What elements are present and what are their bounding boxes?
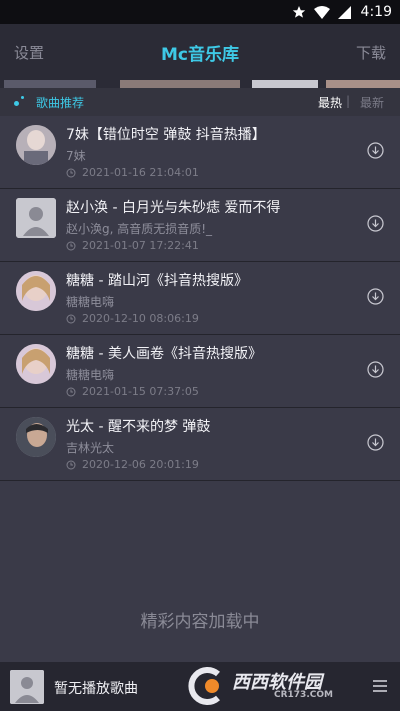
song-artist: 吉林光太	[66, 441, 115, 455]
banner-image[interactable]	[120, 80, 240, 88]
download-button[interactable]: 下载	[356, 42, 386, 63]
banner-carousel[interactable]	[0, 80, 400, 88]
player-bar[interactable]: 暂无播放歌曲 西西软件园 CR173.COM	[0, 662, 400, 711]
song-avatar	[16, 417, 56, 457]
clock-icon	[66, 168, 76, 178]
sort-hot-tab[interactable]: 最热	[318, 94, 342, 111]
status-icons: 4:19	[292, 3, 392, 21]
banner-image[interactable]	[252, 80, 318, 88]
song-artist: 糖糖电嗨	[66, 295, 115, 309]
status-bar: 4:19	[0, 0, 400, 24]
song-avatar	[16, 271, 56, 311]
menu-icon[interactable]	[370, 676, 390, 696]
song-title: 糖糖 - 踏山河《抖音热搜版》	[66, 273, 248, 289]
download-icon[interactable]	[367, 288, 384, 305]
sort-separator: |	[345, 94, 350, 108]
notification-star-icon	[292, 6, 305, 18]
song-title: 光太 - 醒不来的梦 弹鼓	[66, 419, 211, 435]
clock-icon	[66, 241, 76, 251]
song-title: 赵小涣 - 白月光与朱砂痣 爱而不得	[66, 200, 281, 216]
song-artist: 赵小涣g, 高音质无损音质!_	[66, 222, 213, 236]
player-album-art[interactable]	[10, 670, 44, 704]
song-avatar	[16, 125, 56, 165]
section-marker-icon	[21, 96, 24, 99]
song-item[interactable]: 光太 - 醒不来的梦 弹鼓 吉林光太 2020-12-06 20:01:19	[0, 408, 400, 481]
download-icon[interactable]	[367, 215, 384, 232]
watermark-domain: CR173.COM	[274, 690, 333, 700]
watermark-logo: 西西软件园 CR173.COM	[188, 666, 388, 706]
song-timestamp: 2021-01-15 07:37:05	[82, 385, 199, 398]
song-item[interactable]: 糖糖 - 美人画卷《抖音热搜版》 糖糖电嗨 2021-01-15 07:37:0…	[0, 335, 400, 408]
section-header: 歌曲推荐 最热 | 最新	[0, 88, 400, 116]
content-area: 精彩内容加载中	[0, 481, 400, 662]
clock-icon	[66, 387, 76, 397]
song-item[interactable]: 7妹【错位时空 弹鼓 抖音热播】 7妹 2021-01-16 21:04:01	[0, 116, 400, 189]
song-item[interactable]: 糖糖 - 踏山河《抖音热搜版》 糖糖电嗨 2020-12-10 08:06:19	[0, 262, 400, 335]
clock-icon	[66, 314, 76, 324]
section-title: 歌曲推荐	[36, 96, 85, 110]
banner-image[interactable]	[326, 80, 400, 88]
app-header: 设置 Mc音乐库 下载	[0, 24, 400, 80]
download-icon[interactable]	[367, 142, 384, 159]
song-title: 7妹【错位时空 弹鼓 抖音热播】	[66, 127, 266, 143]
song-artist: 7妹	[66, 149, 86, 163]
song-avatar-placeholder	[16, 198, 56, 238]
signal-icon	[337, 5, 351, 19]
song-avatar	[16, 344, 56, 384]
download-icon[interactable]	[367, 361, 384, 378]
status-time: 4:19	[360, 4, 392, 20]
song-timestamp: 2020-12-10 08:06:19	[82, 312, 199, 325]
loading-text: 精彩内容加载中	[140, 612, 260, 632]
banner-image[interactable]	[4, 80, 96, 88]
song-item[interactable]: 赵小涣 - 白月光与朱砂痣 爱而不得 赵小涣g, 高音质无损音质!_ 2021-…	[0, 189, 400, 262]
song-timestamp: 2021-01-16 21:04:01	[82, 166, 199, 179]
song-timestamp: 2020-12-06 20:01:19	[82, 458, 199, 471]
clock-icon	[66, 460, 76, 470]
now-playing-text: 暂无播放歌曲	[54, 681, 138, 697]
section-marker-icon	[14, 101, 19, 106]
song-list: 7妹【错位时空 弹鼓 抖音热播】 7妹 2021-01-16 21:04:01 …	[0, 116, 400, 481]
song-artist: 糖糖电嗨	[66, 368, 115, 382]
song-title: 糖糖 - 美人画卷《抖音热搜版》	[66, 346, 262, 362]
song-timestamp: 2021-01-07 17:22:41	[82, 239, 199, 252]
sort-new-tab[interactable]: 最新	[360, 94, 384, 111]
page-title: Mc音乐库	[161, 45, 239, 65]
download-icon[interactable]	[367, 434, 384, 451]
watermark-logo-icon	[188, 667, 220, 705]
wifi-icon	[313, 5, 330, 19]
